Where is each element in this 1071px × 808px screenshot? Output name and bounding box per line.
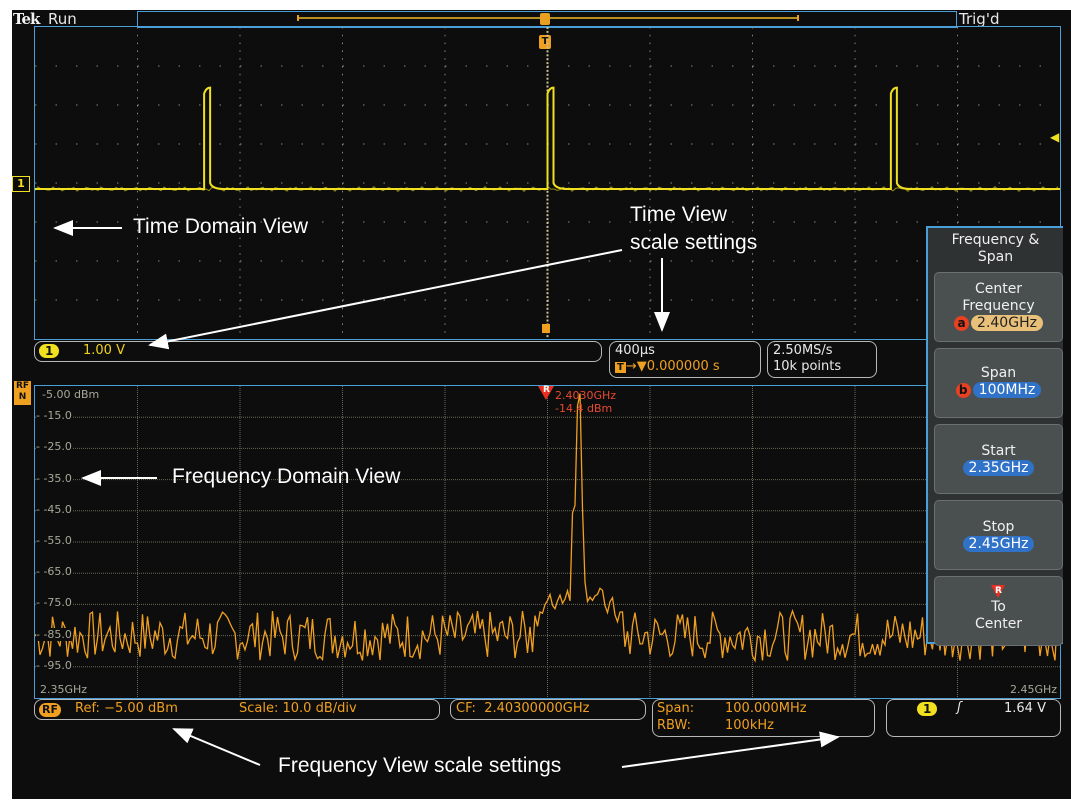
freq-scale-annotation: Frequency View scale settings — [278, 754, 562, 777]
time-scale-line2: scale settings — [630, 231, 758, 254]
annotation-arrows — [53, 220, 840, 768]
freq-domain-annotation: Frequency Domain View — [172, 465, 401, 488]
rf-readout-arrow — [172, 728, 261, 766]
time-scale-annotation: Time View scale settings — [630, 201, 757, 257]
time-domain-annotation: Time Domain View — [133, 215, 309, 238]
span-readout-arrow — [621, 731, 840, 768]
channel-scale-arrow — [148, 249, 623, 350]
time-scale-line1: Time View — [630, 203, 727, 226]
